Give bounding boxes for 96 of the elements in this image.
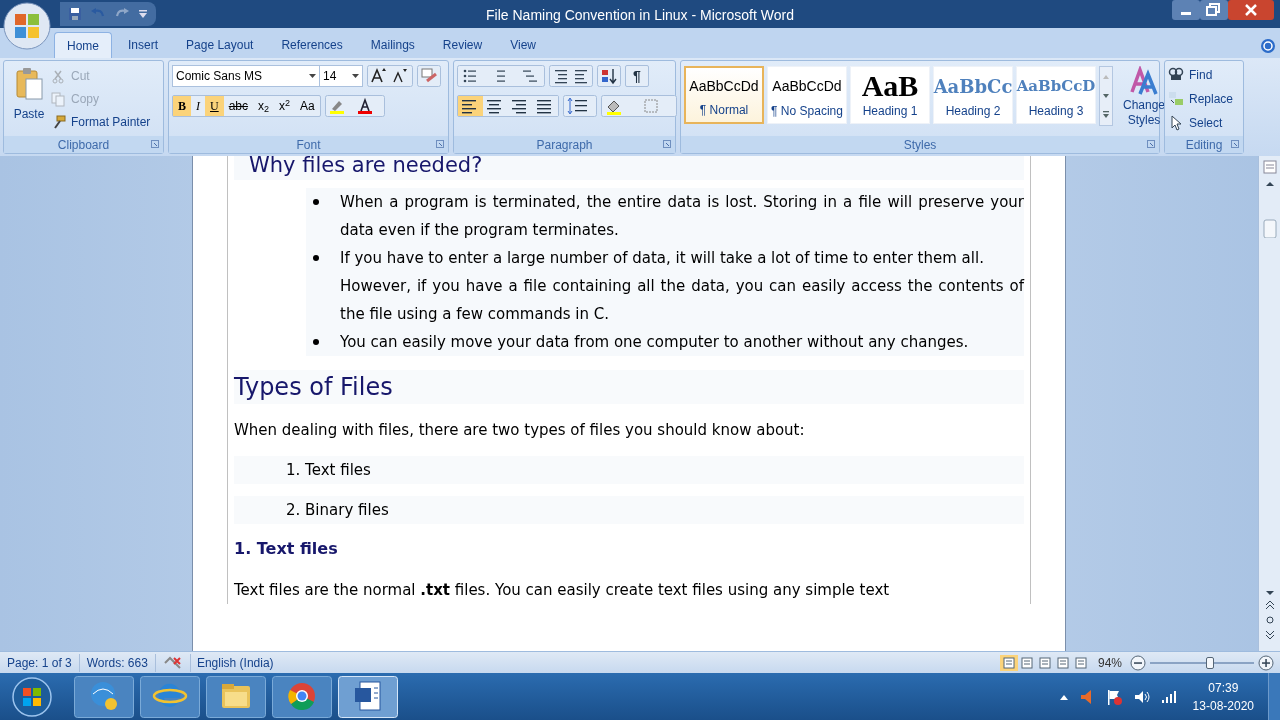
font-grow-shrink-icon[interactable] [367, 65, 413, 87]
format-button[interactable]: Aa [295, 96, 320, 116]
customize-icon[interactable] [138, 9, 148, 19]
group-label: Styles [903, 136, 937, 154]
clock-time[interactable]: 07:39 [1208, 678, 1239, 697]
dialog-launcher-icon[interactable] [1147, 140, 1155, 148]
zoom-out-icon[interactable] [1130, 654, 1146, 671]
format-button[interactable]: x$_{2}$ [253, 96, 275, 116]
dialog-launcher-icon[interactable] [1231, 140, 1239, 148]
style-gallery-item[interactable]: AaB Heading 1 [850, 66, 930, 124]
section-heading: Why files are needed? [234, 156, 1024, 180]
replace-icon [1168, 91, 1184, 107]
word-count[interactable]: Words: 663 [79, 653, 156, 672]
select-button[interactable]: Select [1168, 113, 1234, 133]
section-heading: Types of Files [234, 370, 1024, 404]
scissors-icon [51, 68, 66, 84]
zoom-level[interactable]: 94% [1089, 653, 1130, 672]
clipboard-icon [14, 67, 44, 101]
dialog-launcher-icon[interactable] [151, 140, 159, 148]
dropdown-icon [309, 74, 316, 78]
style-gallery-item[interactable]: AaBbCcDd ¶ Normal [684, 66, 764, 124]
font-size-field[interactable]: 14 [319, 65, 363, 87]
minimize-icon[interactable] [1172, 0, 1200, 20]
slider-thumb[interactable] [1205, 656, 1214, 669]
close-icon[interactable] [1228, 0, 1274, 20]
style-gallery-item[interactable]: AaBbCcDd ¶ No Spacing [767, 66, 847, 124]
ribbon-tab[interactable]: Page Layout [174, 32, 266, 58]
ribbon-tab[interactable]: Home [54, 32, 112, 58]
ribbon-tab[interactable]: References [269, 32, 355, 58]
align-left-icon[interactable] [458, 96, 483, 116]
clear-formatting-icon[interactable] [417, 65, 441, 87]
painter-button[interactable]: Format Painter [51, 112, 151, 132]
paragraph: Text files are the normal .txt files. You can easily create text files using any simple text [234, 580, 891, 601]
bullet-icon [313, 199, 319, 205]
bold-button[interactable]: B [173, 96, 191, 116]
ribbon-tab[interactable]: Mailings [358, 32, 427, 58]
ribbon-tab[interactable]: Review [430, 32, 495, 58]
document-page[interactable] [192, 156, 1066, 651]
binoculars-icon [1168, 67, 1184, 83]
format-button[interactable]: x$^{2}$ [274, 96, 296, 116]
copy-icon [51, 91, 66, 107]
help-icon[interactable] [1260, 38, 1276, 54]
paste-button[interactable]: Paste [7, 65, 51, 136]
cursor-icon [1168, 115, 1184, 131]
style-gallery-item[interactable]: AaBbCcD Heading 3 [1016, 66, 1096, 124]
clock-date[interactable]: 13-08-2020 [1192, 696, 1254, 715]
subheading: 1. Text files [234, 538, 339, 560]
list-item-text: However, if you have a file containing all the data, you can easily access the contents of the file using a few commands in C. [340, 276, 1024, 325]
replace-button[interactable]: Replace [1168, 89, 1234, 109]
italic-button[interactable]: I [191, 96, 205, 116]
window-title: File Naming Convention in Linux - Microsoft Word [485, 6, 795, 25]
save-icon[interactable] [68, 7, 82, 21]
paragraph: When dealing with files, there are two types of files you should know about: [234, 420, 806, 441]
zoom-in-icon[interactable] [1258, 654, 1274, 671]
dialog-launcher-icon[interactable] [436, 140, 444, 148]
dialog-launcher-icon[interactable] [663, 140, 671, 148]
zoom-slider[interactable] [1150, 654, 1254, 671]
start-button-icon[interactable] [10, 674, 54, 719]
wheel-icon[interactable] [272, 675, 332, 718]
group-label: Paragraph [536, 136, 593, 154]
bullet-icon [313, 339, 319, 345]
show-marks-button[interactable]: ¶ [625, 65, 649, 87]
dropdown-icon [352, 74, 359, 78]
numbered-item: 2. Binary files [234, 496, 1024, 524]
folder-icon[interactable] [206, 675, 266, 718]
bullet-icon [313, 255, 319, 261]
font-name-field[interactable]: Comic Sans MS [172, 65, 320, 87]
network-icon[interactable] [1160, 689, 1177, 704]
gallery-scroll-icon[interactable] [1099, 66, 1113, 126]
ribbon-tab[interactable]: Insert [116, 32, 171, 58]
ribbon-tab[interactable]: View [498, 32, 548, 58]
group-label: Editing [1185, 136, 1223, 154]
group-label: Clipboard [57, 136, 110, 154]
list-item-text: When a program is terminated, the entire data is lost. Storing in a file will preserve your data even if the program terminates. [340, 192, 1024, 241]
find-button[interactable]: Find [1168, 65, 1234, 85]
globe-icon[interactable] [74, 675, 134, 718]
style-gallery-item[interactable]: AaBbCc Heading 2 [933, 66, 1013, 124]
highlight-and-font-color-icon[interactable] [324, 95, 385, 117]
letters-icon [1128, 66, 1160, 98]
list-item-text: You can easily move your data from one computer to another without any changes. [340, 332, 970, 353]
view-button-icon[interactable] [999, 654, 1018, 671]
sort-icon[interactable] [597, 65, 621, 87]
brush-icon [51, 114, 66, 130]
list-item-text: If you have to enter a large number of data, it will take a lot of time to enter them all. [340, 248, 985, 269]
list-buttons-icon[interactable] [457, 65, 545, 87]
page-count[interactable]: Page: 1 of 3 [0, 653, 80, 672]
vertical-scrollbar[interactable] [1258, 156, 1280, 651]
indent-icon[interactable] [549, 65, 593, 87]
line-spacing-icon[interactable] [563, 95, 597, 117]
strike-button[interactable]: abc [223, 96, 254, 116]
underline-button[interactable]: U [205, 96, 224, 116]
numbered-item: 1. Text files [234, 456, 1024, 484]
group-label: Font [296, 136, 321, 154]
document-icon[interactable] [338, 675, 398, 718]
restore-icon[interactable] [1200, 0, 1228, 20]
language-indicator[interactable]: English (India) [189, 653, 280, 672]
